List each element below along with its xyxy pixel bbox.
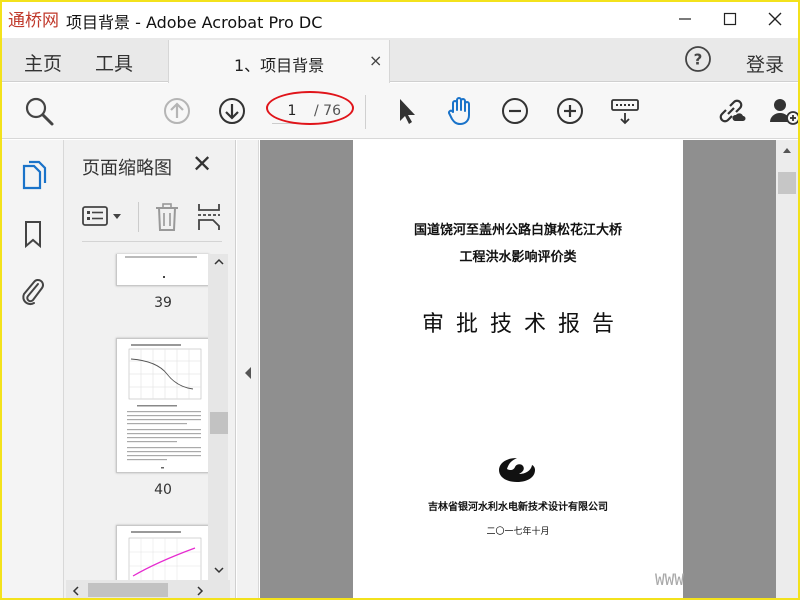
close-icon — [768, 12, 782, 26]
document-tab-close-button[interactable]: × — [369, 51, 382, 70]
title-bar: 通桥网 项目背景 - Adobe Acrobat Pro DC — [0, 0, 800, 38]
close-window-button[interactable] — [752, 0, 798, 38]
tab-tools[interactable]: 工具 — [95, 49, 133, 76]
thumbnail-options-icon[interactable] — [82, 204, 126, 230]
hand-icon[interactable] — [443, 94, 477, 128]
thumbnails-horizontal-scroll-thumb[interactable] — [88, 583, 168, 597]
app-logo: 通桥网 — [8, 11, 59, 31]
document-tab[interactable]: 1、项目背景 × — [168, 40, 390, 83]
thumbnail-page-number: 39 — [154, 295, 172, 311]
thumbnail-page-number: 40 — [154, 482, 172, 498]
maximize-icon — [723, 12, 737, 26]
thumbnail-page-41[interactable] — [116, 525, 209, 585]
search-icon[interactable] — [22, 94, 56, 128]
pointer-icon[interactable] — [390, 94, 424, 128]
maximize-button[interactable] — [707, 0, 753, 38]
document-title-line-2: 工程洪水影响评价类 — [459, 250, 577, 265]
help-icon[interactable]: ? — [684, 45, 712, 73]
page-tools-icon[interactable] — [196, 202, 222, 232]
trash-icon[interactable] — [154, 202, 180, 232]
arrow-down-icon[interactable] — [215, 94, 249, 128]
scroll-down-chevron-icon[interactable] — [212, 564, 226, 576]
thumbnails-tools — [82, 198, 222, 242]
add-user-icon[interactable] — [766, 94, 800, 128]
pages-icon[interactable] — [18, 160, 48, 192]
document-vertical-scrollbar[interactable] — [776, 140, 798, 600]
document-scroll-up-icon[interactable] — [780, 144, 794, 156]
thumbnail-page-39[interactable] — [116, 254, 209, 286]
window-title: 项目背景 - Adobe Acrobat Pro DC — [66, 13, 323, 32]
tab-home[interactable]: 主页 — [24, 49, 62, 76]
document-date: 二〇一七年十月 — [486, 527, 550, 537]
arrow-up-icon[interactable] — [160, 94, 194, 128]
thumbnails-panel-title: 页面缩略图 — [82, 158, 172, 179]
keyboard-icon[interactable] — [608, 94, 642, 128]
left-navigation-rail — [0, 140, 64, 600]
bookmark-icon[interactable] — [18, 218, 48, 250]
thumbnail-40-preview — [127, 344, 202, 469]
toolbar-divider — [365, 95, 366, 129]
watermark-text: WWW — [655, 570, 684, 589]
scroll-left-chevron-icon[interactable] — [70, 584, 82, 598]
document-report-title: 审批技术报告 — [421, 312, 626, 337]
thumbnail-page-40[interactable] — [116, 338, 209, 473]
scroll-up-chevron-icon[interactable] — [212, 256, 226, 268]
tools-divider — [138, 202, 139, 232]
thumbnail-41-preview — [128, 531, 202, 583]
login-button[interactable]: 登录 — [746, 50, 784, 77]
document-organization: 吉林省银河水利水电新技术设计有限公司 — [428, 502, 608, 513]
paperclip-icon[interactable] — [18, 274, 48, 306]
document-title-line-1: 国道饶河至盖州公路白旗松花江大桥 — [413, 223, 622, 238]
document-tab-label: 1、项目背景 — [234, 56, 325, 75]
thumbnails-scroll-thumb[interactable] — [210, 412, 228, 434]
zoom-out-icon[interactable] — [498, 94, 532, 128]
red-annotation-circle — [266, 91, 354, 125]
zoom-in-icon[interactable] — [553, 94, 587, 128]
scroll-right-chevron-icon[interactable] — [194, 584, 206, 598]
share-link-icon[interactable] — [714, 94, 748, 128]
svg-text:通桥网: 通桥网 — [8, 11, 59, 31]
svg-text:?: ? — [694, 51, 703, 69]
tab-bar: 主页 工具 — [0, 38, 800, 82]
minimize-button[interactable] — [662, 0, 708, 38]
thumbnails-close-button[interactable]: ✕ — [192, 150, 212, 178]
collapse-panel-icon[interactable] — [243, 365, 253, 381]
company-logo — [499, 458, 535, 482]
minimize-icon — [679, 18, 691, 20]
document-scroll-thumb[interactable] — [778, 172, 796, 194]
